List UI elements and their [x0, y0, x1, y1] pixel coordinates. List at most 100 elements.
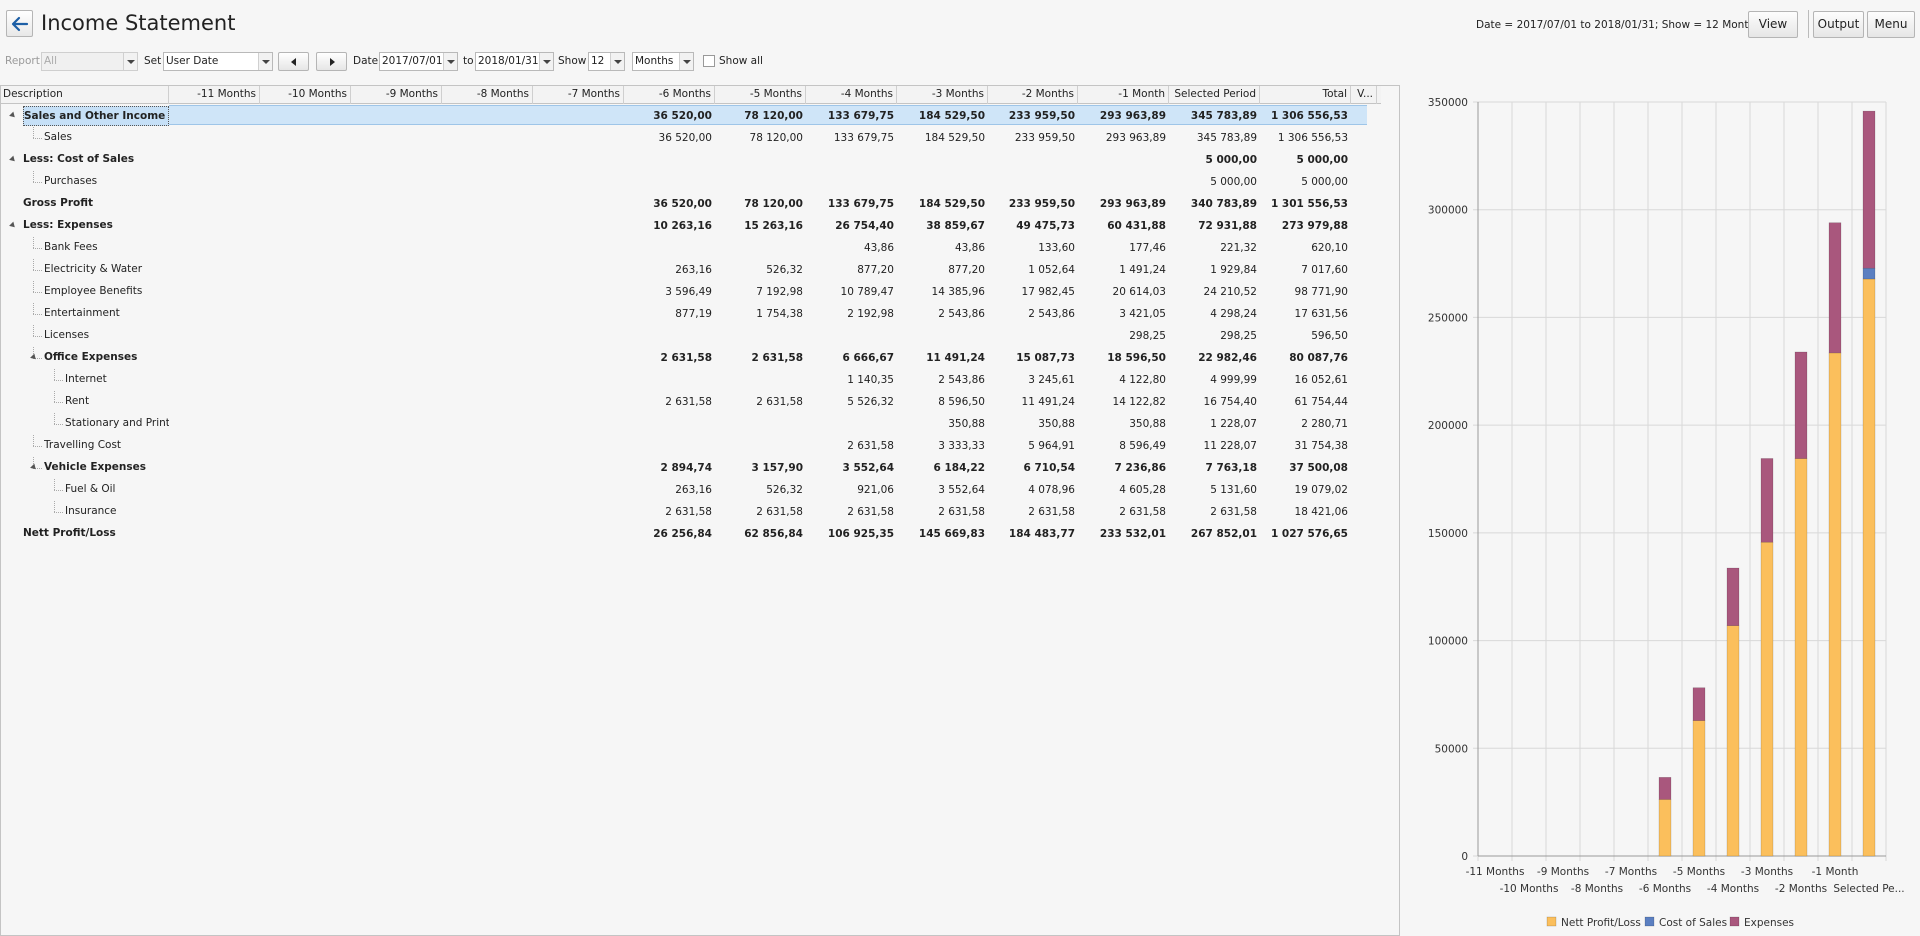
table-row[interactable]: Less: Cost of Sales 5 000,00 5 000,00	[1, 149, 1381, 171]
show-unit-select[interactable]: Months	[632, 52, 694, 71]
column-header[interactable]: Total	[1260, 86, 1351, 104]
value-cell: 2 631,58	[751, 352, 803, 364]
value-cell: 921,06	[857, 484, 894, 496]
table-row[interactable]: Sales and Other Income 36 520,00 78 120,00…	[1, 105, 1381, 127]
row-label: Stationary and Printin	[65, 417, 169, 429]
row-label: Purchases	[44, 175, 98, 187]
value-cell: 184 529,50	[918, 198, 985, 210]
show-count-select[interactable]: 12	[588, 52, 625, 71]
previous-period-button[interactable]	[278, 52, 309, 71]
value-cell: 98 771,90	[1294, 286, 1348, 298]
show-all-checkbox[interactable]	[703, 55, 715, 67]
value-cell: 11 491,24	[926, 352, 985, 364]
tree-connector	[33, 138, 42, 139]
row-label: Electricity & Water	[44, 263, 143, 275]
value-cell: 72 931,88	[1198, 220, 1257, 232]
table-row[interactable]: Less: Expenses 10 263,16 15 263,16 26 754,4…	[1, 215, 1381, 237]
value-cell: 11 228,07	[1203, 440, 1257, 452]
chevron-down-icon[interactable]	[258, 53, 272, 70]
column-header[interactable]: -9 Months	[351, 86, 442, 104]
column-header[interactable]: -4 Months	[806, 86, 897, 104]
table-row[interactable]: Fuel & Oil 263,16 526,32 921,06 3 552,64 4 07…	[1, 479, 1381, 501]
table-row[interactable]: Purchases 5 000,00 5 000,00	[1, 171, 1381, 193]
y-tick-label: 300000	[1428, 205, 1468, 217]
value-cell: 5 000,00	[1210, 176, 1257, 188]
value-cell: 2 543,86	[1028, 308, 1075, 320]
column-header[interactable]: -11 Months	[169, 86, 260, 104]
table-row[interactable]: Insurance 2 631,58 2 631,58 2 631,58 2 631,5…	[1, 501, 1381, 523]
table-row[interactable]: Employee Benefits 3 596,49 7 192,98 10 789,…	[1, 281, 1381, 303]
value-cell: 298,25	[1220, 330, 1257, 342]
table-row[interactable]: Gross Profit 36 520,00 78 120,00 133 679,75…	[1, 193, 1381, 215]
value-cell: 78 120,00	[744, 198, 803, 210]
value-cell: 3 245,61	[1028, 374, 1075, 386]
column-header[interactable]: -2 Months	[988, 86, 1078, 104]
value-cell: 7 017,60	[1301, 264, 1348, 276]
table-row[interactable]: Vehicle Expenses 2 894,74 3 157,90 3 552,64…	[1, 457, 1381, 479]
value-cell: 5 526,32	[847, 396, 894, 408]
column-header[interactable]: -3 Months	[897, 86, 988, 104]
expand-toggle-icon[interactable]	[9, 155, 17, 164]
expand-toggle-icon[interactable]	[9, 111, 17, 120]
expand-toggle-icon[interactable]	[30, 463, 38, 472]
set-select[interactable]: User Date	[163, 52, 273, 71]
y-tick-label: 0	[1461, 851, 1468, 863]
value-cell: 78 120,00	[749, 132, 803, 144]
table-row[interactable]: Office Expenses 2 631,58 2 631,58 6 666,67 1…	[1, 347, 1381, 369]
column-header[interactable]: -1 Month	[1078, 86, 1169, 104]
table-row[interactable]: Internet 1 140,35 2 543,86 3 245,61 4 122,80…	[1, 369, 1381, 391]
y-tick-label: 100000	[1428, 636, 1468, 648]
x-tick-label: -11 Months	[1466, 866, 1525, 878]
column-header[interactable]: -5 Months	[715, 86, 806, 104]
column-header[interactable]: V...	[1351, 86, 1377, 104]
value-cell: 7 763,18	[1205, 462, 1257, 474]
date-from-field[interactable]: 2017/07/01	[379, 52, 458, 71]
chevron-down-icon[interactable]	[539, 53, 553, 70]
value-cell: 877,20	[857, 264, 894, 276]
table-row[interactable]: Stationary and Printin 350,88 350,88 350,88…	[1, 413, 1381, 435]
table-row[interactable]: Sales 36 520,00 78 120,00 133 679,75 184 529…	[1, 127, 1381, 149]
value-cell: 145 669,83	[918, 528, 985, 540]
expand-toggle-icon[interactable]	[9, 221, 17, 230]
column-header[interactable]: -7 Months	[533, 86, 624, 104]
value-cell: 3 552,64	[938, 484, 985, 496]
table-row[interactable]: Electricity & Water 263,16 526,32 877,20 877…	[1, 259, 1381, 281]
legend-label: Expenses	[1744, 917, 1794, 929]
date-to-field[interactable]: 2018/01/31	[475, 52, 554, 71]
value-cell: 26 256,84	[653, 528, 712, 540]
x-tick-label: -6 Months	[1639, 883, 1691, 895]
expand-toggle-icon[interactable]	[30, 353, 38, 362]
value-cell: 36 520,00	[653, 110, 712, 122]
column-header[interactable]: Description	[1, 86, 169, 104]
column-header[interactable]: -8 Months	[442, 86, 533, 104]
chevron-down-icon[interactable]	[610, 53, 624, 70]
back-button[interactable]	[6, 10, 33, 37]
table-row[interactable]: Rent 2 631,58 2 631,58 5 526,32 8 596,50 11 4…	[1, 391, 1381, 413]
table-row[interactable]: Nett Profit/Loss 26 256,84 62 856,84 106 92…	[1, 523, 1381, 545]
tree-connector	[54, 380, 63, 381]
table-row[interactable]: Travelling Cost 2 631,58 3 333,33 5 964,91 8…	[1, 435, 1381, 457]
column-header[interactable]: Selected Period	[1169, 86, 1260, 104]
tree-connector	[33, 182, 42, 183]
value-cell: 61 754,44	[1294, 396, 1348, 408]
y-tick-label: 200000	[1428, 420, 1468, 432]
table-row[interactable]: Licenses 298,25 298,25 596,50	[1, 325, 1381, 347]
value-cell: 233 959,50	[1008, 110, 1075, 122]
column-header[interactable]: -10 Months	[260, 86, 351, 104]
column-header[interactable]: -6 Months	[624, 86, 715, 104]
tree-connector	[54, 424, 63, 425]
output-button[interactable]: Output	[1813, 11, 1864, 38]
chevron-down-icon[interactable]	[679, 53, 693, 70]
bar-segment	[1828, 222, 1842, 354]
next-period-button[interactable]	[316, 52, 347, 71]
menu-button[interactable]: Menu	[1867, 11, 1915, 38]
value-cell: 24 210,52	[1203, 286, 1257, 298]
table-row[interactable]: Entertainment 877,19 1 754,38 2 192,98 2 543…	[1, 303, 1381, 325]
value-cell: 350,88	[948, 418, 985, 430]
chevron-down-icon[interactable]	[443, 53, 457, 70]
value-cell: 345 783,89	[1190, 110, 1257, 122]
table-row[interactable]: Bank Fees 43,86 43,86 133,60 177,46 221,32 620…	[1, 237, 1381, 259]
y-tick-label: 50000	[1435, 743, 1468, 755]
view-button[interactable]: View	[1748, 11, 1798, 38]
value-cell: 11 491,24	[1021, 396, 1075, 408]
